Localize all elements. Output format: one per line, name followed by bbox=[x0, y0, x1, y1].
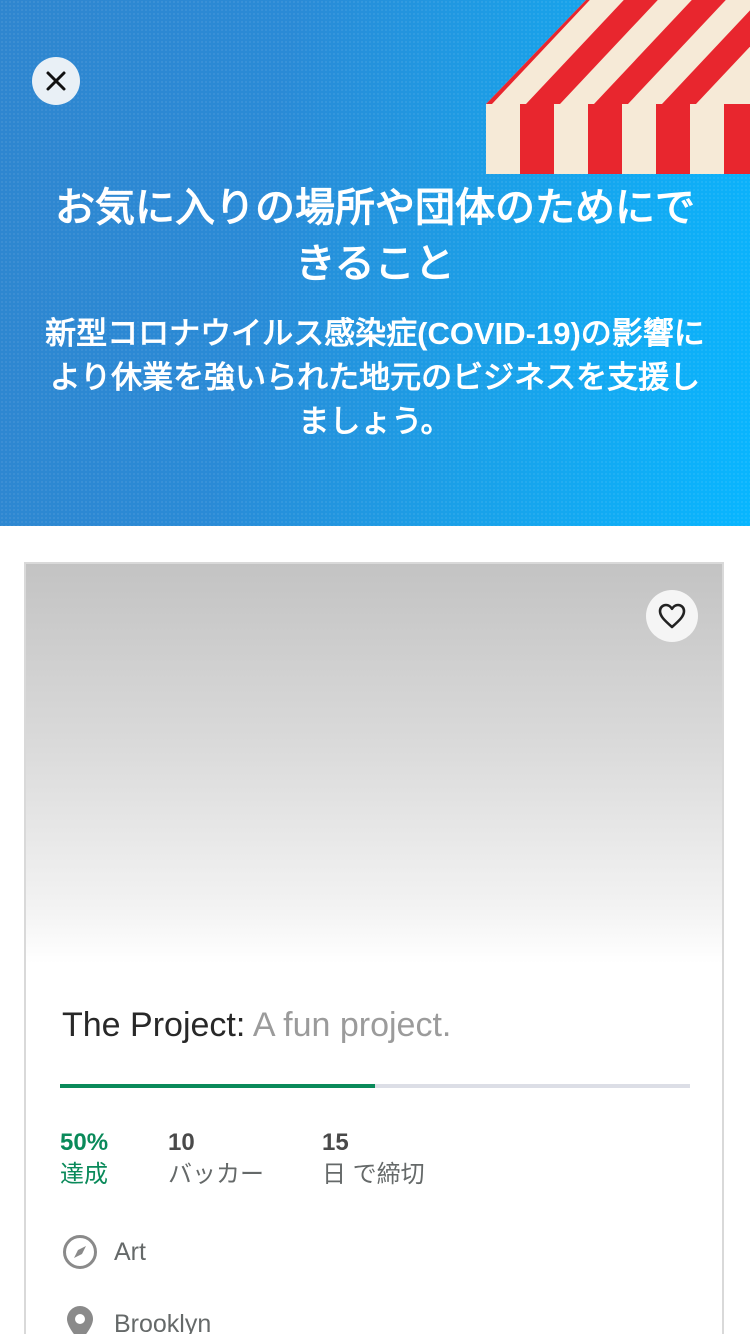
covid-support-hero: お気に入りの場所や団体のためにできること 新型コロナウイルス感染症(COVID-… bbox=[0, 0, 750, 526]
project-name: The Project: bbox=[62, 1006, 246, 1044]
stat-funded-value: 50% bbox=[60, 1129, 109, 1156]
stat-backers-label: バッカー bbox=[168, 1161, 264, 1188]
favorite-button[interactable] bbox=[646, 590, 698, 642]
project-card[interactable]: The Project: A fun project. 50% 達成 10 バッ… bbox=[24, 562, 724, 1334]
funding-progress-fill bbox=[60, 1084, 375, 1088]
stat-days-value: 15 bbox=[322, 1129, 349, 1156]
awning-illustration bbox=[486, 0, 750, 174]
project-image[interactable] bbox=[26, 564, 722, 964]
stat-funded: 50% 達成 bbox=[60, 1128, 108, 1192]
stat-days-label: 日 で締切 bbox=[322, 1161, 425, 1188]
close-icon bbox=[46, 71, 66, 91]
funding-progress-bar bbox=[60, 1084, 690, 1088]
location-label: Brooklyn bbox=[114, 1309, 212, 1334]
heart-icon bbox=[658, 603, 686, 629]
project-title[interactable]: The Project: A fun project. bbox=[62, 1006, 451, 1045]
stat-funded-label: 達成 bbox=[60, 1161, 108, 1188]
compass-icon bbox=[63, 1235, 97, 1269]
hero-title: お気に入りの場所や団体のためにできること bbox=[55, 186, 695, 286]
stat-days-left: 15 日 で締切 bbox=[322, 1128, 425, 1192]
page: お気に入りの場所や団体のためにできること 新型コロナウイルス感染症(COVID-… bbox=[0, 0, 750, 1334]
category-label: Art bbox=[114, 1237, 146, 1266]
hero-subtitle: 新型コロナウイルス感染症(COVID-19)の影響により休業を強いられた地元のビ… bbox=[45, 316, 705, 439]
close-button[interactable] bbox=[32, 57, 80, 105]
stat-backers-value: 10 bbox=[168, 1129, 195, 1156]
category-link[interactable]: Art bbox=[62, 1234, 146, 1270]
location-link[interactable]: Brooklyn bbox=[62, 1304, 211, 1334]
location-pin-icon bbox=[67, 1306, 93, 1334]
stat-backers: 10 バッカー bbox=[168, 1128, 264, 1192]
project-blurb: A fun project. bbox=[252, 1006, 452, 1044]
